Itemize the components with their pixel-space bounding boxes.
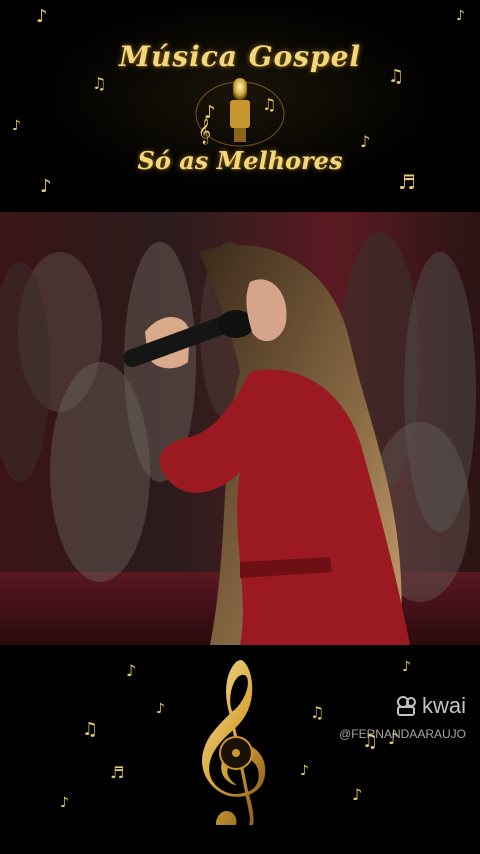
kwai-camera-icon (396, 696, 416, 716)
music-note-icon: ♬ (398, 170, 416, 194)
music-note-icon: ♪ (402, 659, 411, 675)
music-note-icon: ♫ (92, 74, 107, 93)
top-banner: Música Gospel ♪ ♫ 𝄞 Só as Melhores ♪ ♫ ♪… (0, 0, 480, 212)
music-note-icon: ♪ (156, 701, 165, 717)
creator-handle: @FERNANDAARAUJO (339, 727, 466, 741)
music-note-icon: ♫ (388, 66, 405, 87)
music-note-icon: ♫ (82, 719, 99, 740)
performance-scene (0, 212, 480, 645)
svg-text:♫: ♫ (262, 95, 276, 114)
kwai-watermark: kwai (396, 693, 466, 719)
music-note-icon: ♪ (360, 132, 371, 151)
music-note-icon: ♪ (352, 785, 363, 804)
music-note-icon: ♪ (12, 118, 21, 134)
banner-title: Música Gospel (118, 40, 362, 73)
music-note-icon: ♪ (40, 176, 52, 197)
music-note-icon: ♪ (300, 763, 309, 779)
video-frame[interactable] (0, 212, 480, 645)
bottom-banner: 𝄞 ♪ ♫ ♪ ♬ ♪ ♫ ♪ ♪ ♪ ♫ ♪ (0, 645, 480, 854)
music-note-icon: ♪ (60, 795, 69, 811)
music-note-icon: ♪ (456, 8, 465, 24)
music-note-icon: ♪ (126, 661, 137, 680)
music-note-icon: ♪ (36, 6, 48, 27)
microphone-emblem-icon: ♪ ♫ 𝄞 (195, 78, 285, 147)
treble-clef-icon: 𝄞 (184, 657, 273, 825)
kwai-brand-text: kwai (421, 693, 466, 718)
music-note-icon: ♬ (110, 763, 125, 782)
music-note-icon: ♫ (310, 703, 325, 722)
svg-text:𝄞: 𝄞 (198, 118, 211, 144)
